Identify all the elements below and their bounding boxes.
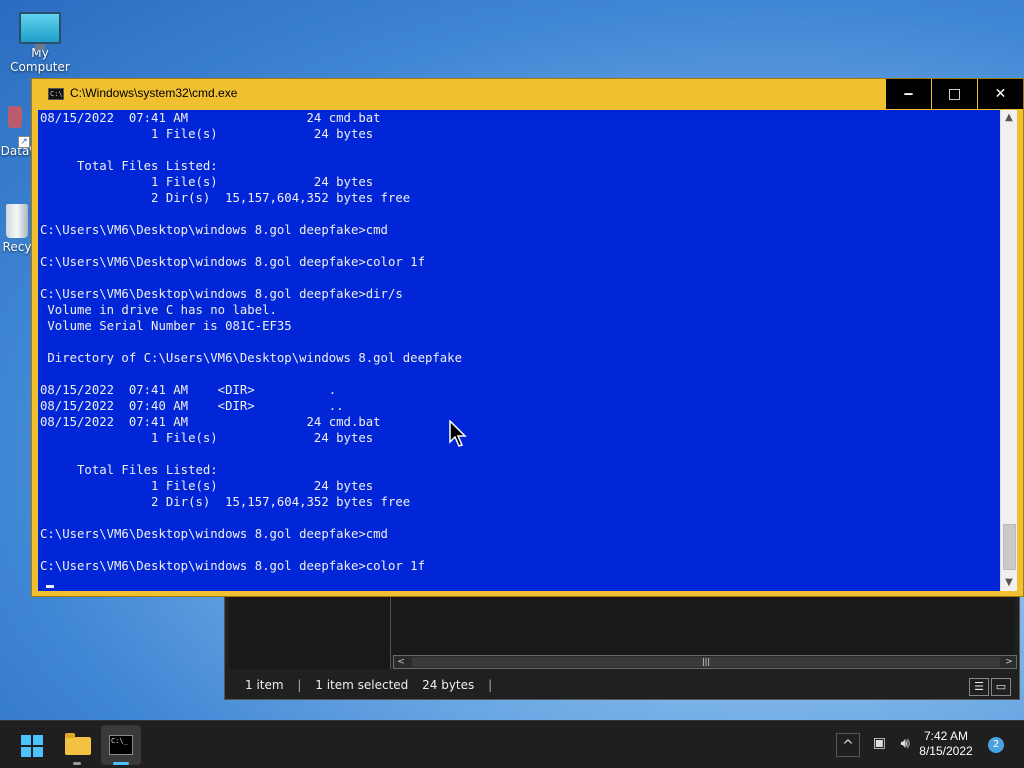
window-title: C:\Windows\system32\cmd.exe <box>70 86 238 100</box>
system-tray: ^ ▣ 🔊︎ 7:42 AM 8/15/2022 2 <box>784 721 1024 768</box>
console-text: 08/15/2022 07:41 AM 24 cmd.bat 1 File(s)… <box>40 111 462 573</box>
recycle-bin-icon <box>6 204 28 238</box>
view-buttons: ☰ ▭ <box>967 675 1011 696</box>
maximize-button[interactable]: □ <box>932 79 977 109</box>
taskbar-file-explorer[interactable] <box>57 725 97 765</box>
horizontal-scrollbar[interactable]: < ||| > <box>393 655 1017 669</box>
console-output[interactable]: 08/15/2022 07:41 AM 24 cmd.bat 1 File(s)… <box>38 110 1001 591</box>
text-cursor <box>46 585 54 588</box>
chevron-up-icon[interactable]: ^ <box>836 733 860 757</box>
active-indicator <box>113 762 129 765</box>
scroll-right-icon[interactable]: > <box>1002 656 1016 668</box>
network-icon[interactable]: ▣ <box>873 735 886 751</box>
desktop-icon-my-computer[interactable]: My Computer <box>0 8 80 74</box>
monitor-icon <box>19 12 61 50</box>
desktop-icon-recycle-bin[interactable]: Recy <box>0 204 34 254</box>
clock[interactable]: 7:42 AM 8/15/2022 <box>914 729 978 759</box>
close-button[interactable]: ✕ <box>978 79 1023 109</box>
navigation-pane[interactable] <box>229 595 391 669</box>
vertical-scrollbar[interactable]: ▲ ▼ <box>1000 110 1017 591</box>
desktop-icon-label: Recy <box>2 240 32 254</box>
scroll-down-icon[interactable]: ▼ <box>1001 575 1017 591</box>
desktop-icon-data[interactable]: ↗ Data\ <box>0 106 34 158</box>
scroll-left-icon[interactable]: < <box>394 656 408 668</box>
scrollbar-thumb[interactable]: ||| <box>412 657 1000 667</box>
cmd-app-icon: C:\ <box>48 88 64 100</box>
windows-logo-icon <box>21 735 43 757</box>
window-controls: ‒ □ ✕ <box>885 79 1023 109</box>
status-separator: | <box>488 678 493 692</box>
terminal-icon: C:\_ <box>109 735 133 755</box>
taskbar-command-prompt[interactable]: C:\_ <box>101 725 141 765</box>
status-item-count: 1 item <box>245 678 284 692</box>
start-button[interactable] <box>12 725 52 765</box>
title-bar[interactable]: C:\ C:\Windows\system32\cmd.exe ‒ □ ✕ <box>32 79 1023 109</box>
notification-badge[interactable]: 2 <box>988 737 1004 753</box>
cmd-window: C:\ C:\Windows\system32\cmd.exe ‒ □ ✕ 08/1… <box>31 78 1024 597</box>
clock-date: 8/15/2022 <box>919 744 973 758</box>
status-size: 24 bytes <box>422 678 475 692</box>
status-bar: 1 item | 1 item selected 24 bytes | <box>225 671 1019 699</box>
details-view-icon[interactable]: ☰ <box>969 678 989 696</box>
shortcut-icon: ↗ <box>4 106 30 148</box>
folder-icon <box>65 733 91 755</box>
clock-time: 7:42 AM <box>923 729 969 743</box>
desktop-icon-label: My Computer <box>10 46 70 74</box>
taskbar: C:\_ ^ ▣ 🔊︎ 7:42 AM 8/15/2022 2 <box>0 720 1024 768</box>
status-separator: | <box>297 678 302 692</box>
large-icons-view-icon[interactable]: ▭ <box>991 678 1011 696</box>
file-explorer-window: < ||| > 1 item | 1 item selected 24 byte… <box>224 590 1020 700</box>
volume-icon[interactable]: 🔊︎ <box>901 734 910 752</box>
status-selection: 1 item selected <box>315 678 409 692</box>
scroll-up-icon[interactable]: ▲ <box>1001 110 1017 126</box>
scrollbar-thumb[interactable] <box>1003 524 1016 570</box>
file-list-pane[interactable] <box>391 595 1015 655</box>
minimize-button[interactable]: ‒ <box>886 79 931 109</box>
mouse-pointer-icon <box>449 420 467 447</box>
running-indicator <box>73 762 81 765</box>
